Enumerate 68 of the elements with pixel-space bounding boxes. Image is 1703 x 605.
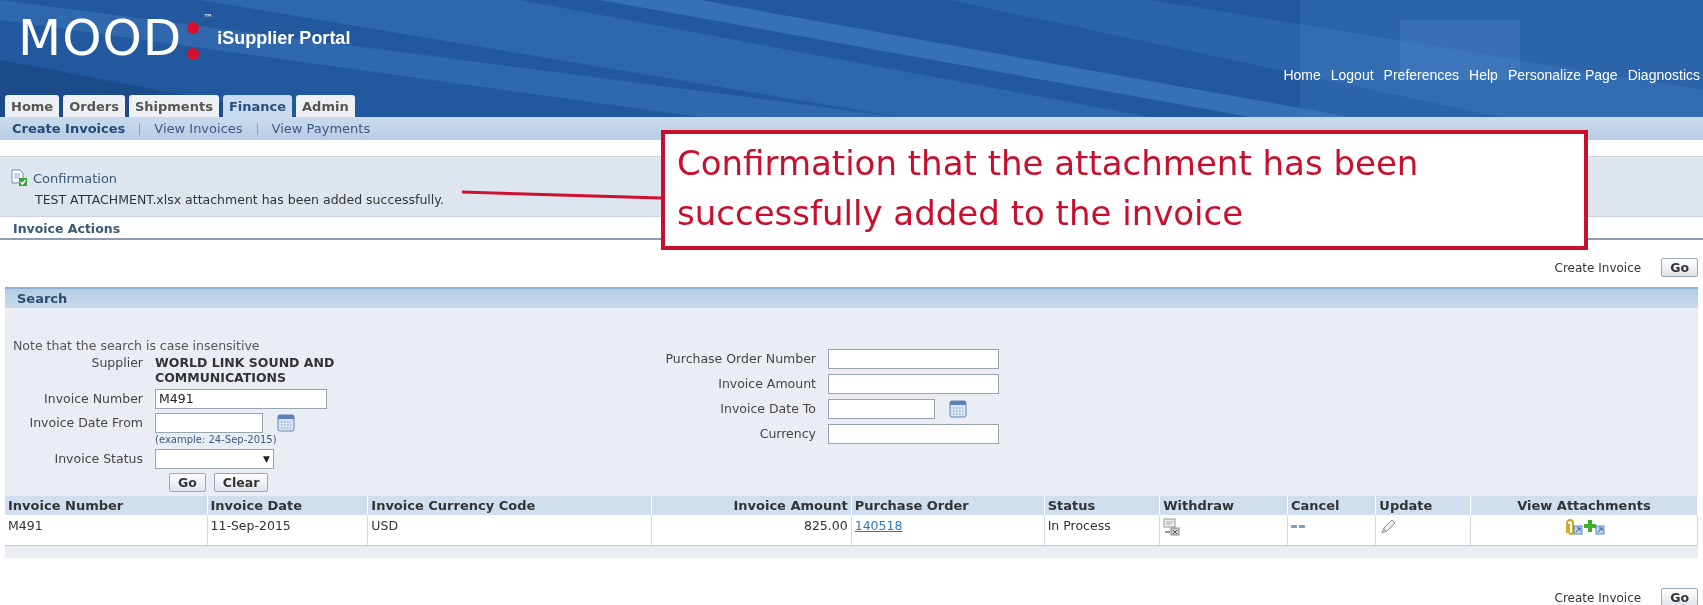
column-header: Status xyxy=(1044,496,1160,515)
header-link[interactable]: Help xyxy=(1469,67,1498,83)
document-check-icon xyxy=(10,169,28,187)
field-label: Invoice Date From xyxy=(28,414,143,430)
action-label: Create Invoice xyxy=(1554,590,1642,605)
header-link[interactable]: Home xyxy=(1283,67,1321,83)
search-note: Note that the search is case insensitive xyxy=(13,338,260,353)
table-cell: 825.00 xyxy=(651,515,852,546)
message-title: Confirmation xyxy=(33,170,118,186)
dash-icon xyxy=(1290,524,1305,530)
add-icon[interactable] xyxy=(1583,518,1606,536)
trademark: ™ xyxy=(203,12,214,23)
column-header: Invoice Amount xyxy=(651,496,852,515)
subtab-link[interactable]: View Payments xyxy=(271,121,371,136)
header-link[interactable]: Logout xyxy=(1330,67,1374,83)
status-dropdown[interactable]: ▼ xyxy=(155,449,274,469)
column-header: View Attachments xyxy=(1470,496,1698,515)
tab[interactable]: Admin xyxy=(296,95,355,117)
input-field[interactable] xyxy=(828,424,999,444)
tab[interactable]: Finance xyxy=(222,95,293,117)
search-header: Search xyxy=(5,287,1698,308)
calendar-icon[interactable] xyxy=(277,414,295,432)
action-label: Create Invoice xyxy=(1554,260,1642,275)
column-header: Update xyxy=(1375,496,1471,515)
field-label: Purchase Order Number xyxy=(664,350,816,366)
subtab-link[interactable]: Create Invoices xyxy=(12,121,126,136)
go-button[interactable]: Go xyxy=(1661,588,1698,605)
column-header: Invoice Date xyxy=(207,496,368,515)
header-link[interactable]: Diagnostics xyxy=(1627,67,1700,83)
tab[interactable]: Shipments xyxy=(128,95,219,117)
field-label: Invoice Amount xyxy=(717,375,816,391)
tab[interactable]: Orders xyxy=(63,95,125,117)
field-label: Invoice Number xyxy=(43,390,143,406)
date-field[interactable] xyxy=(155,413,263,433)
input-field[interactable]: M491 xyxy=(155,389,327,409)
withdraw-icon[interactable] xyxy=(1163,518,1182,536)
calendar-icon[interactable] xyxy=(949,400,967,418)
input-field[interactable] xyxy=(828,374,999,394)
table-cell: In Process xyxy=(1044,515,1160,546)
pencil-icon[interactable] xyxy=(1379,518,1398,536)
callout-box: Confirmation that the attachment has been successfully added to the invoice xyxy=(661,130,1588,250)
column-header: Purchase Order xyxy=(851,496,1045,515)
column-header: Invoice Currency Code xyxy=(367,496,652,515)
table-cell: 11-Sep-2015 xyxy=(207,515,368,546)
table-cell: USD xyxy=(367,515,652,546)
supplier-name: WORLD LINK SOUND AND COMMUNICATIONS xyxy=(155,354,336,385)
field-label: Invoice Status xyxy=(53,450,143,466)
header-link[interactable]: Preferences xyxy=(1383,67,1460,83)
subtab-link[interactable]: View Invoices xyxy=(154,121,243,136)
message-text: TEST ATTACHMENT.xlsx attachment has been added successfully. xyxy=(35,192,444,207)
field-label: Invoice Date To xyxy=(719,400,816,416)
column-header: Invoice Number xyxy=(5,496,207,515)
date-format-hint: (example: 24-Sep-2015) xyxy=(155,433,278,445)
field-label: Currency xyxy=(758,425,816,441)
column-header: Withdraw xyxy=(1159,496,1288,515)
date-field[interactable] xyxy=(828,399,935,419)
logo-text: MOOD xyxy=(18,8,183,68)
portal-title: iSupplier Portal xyxy=(217,28,351,49)
header-link[interactable]: Personalize Page xyxy=(1507,67,1618,83)
table-cell: M491 xyxy=(5,515,207,546)
column-header: Cancel xyxy=(1287,496,1376,515)
field-label: Supplier xyxy=(90,354,143,370)
tab[interactable]: Home xyxy=(5,95,60,117)
go-button[interactable]: Go xyxy=(1661,258,1698,277)
purchase-order-link[interactable]: 140518 xyxy=(854,518,903,533)
search-button[interactable]: Go xyxy=(169,473,206,492)
search-button[interactable]: Clear xyxy=(213,473,269,492)
input-field[interactable] xyxy=(828,349,999,369)
